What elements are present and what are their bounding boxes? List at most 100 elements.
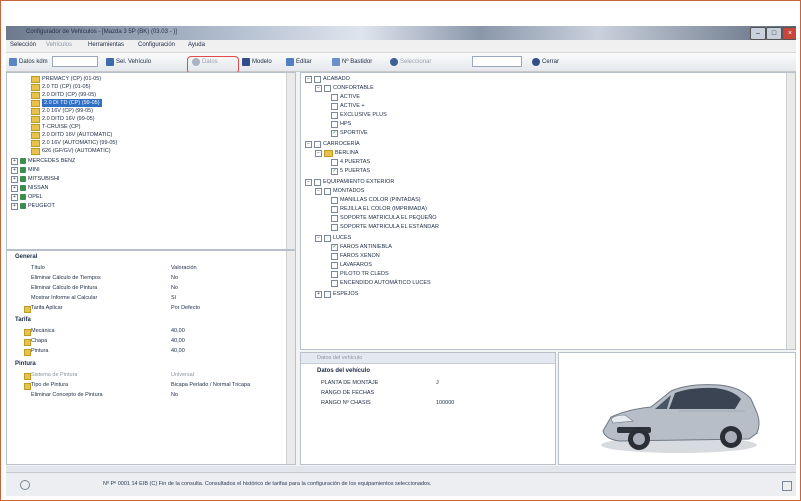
tree-node-option[interactable]: MANILLAS COLOR (PINTADAS) (331, 196, 421, 204)
menu-configuracion[interactable]: Configuración (138, 42, 175, 48)
tree-item-model-selected[interactable]: 2.0 DI TD (CP) (99-05) (31, 99, 102, 107)
checkbox[interactable] (331, 111, 338, 119)
collapse-icon[interactable]: − (305, 178, 312, 186)
checkbox[interactable] (314, 178, 321, 186)
model-button[interactable]: Modelo (242, 56, 272, 68)
property-value[interactable]: 40,00 (171, 328, 185, 334)
expand-icon[interactable]: + (11, 157, 18, 165)
maximize-icon[interactable]: □ (766, 27, 782, 40)
checkbox[interactable] (331, 279, 338, 287)
checkbox-checked[interactable]: ✓ (331, 243, 338, 251)
model-tree-scrollbar[interactable] (286, 73, 295, 249)
tree-item-model[interactable]: 2.0 DITD 16V (AUTOMATIC) (31, 131, 112, 139)
checkbox[interactable] (331, 196, 338, 204)
property-grid[interactable]: General Título Valoración Eliminar Cálcu… (6, 250, 296, 465)
tree-node-option[interactable]: HPS (331, 120, 351, 128)
checkbox[interactable] (314, 75, 321, 83)
tree-node-root[interactable]: − CARROCERÍA (305, 140, 360, 148)
edit-button[interactable]: Editar (286, 56, 312, 68)
checkbox[interactable] (331, 270, 338, 278)
vin-button[interactable]: Nº Bastidor (332, 56, 372, 68)
tree-node-option[interactable]: SOPORTE MATRICULA EL PEQUEÑO (331, 214, 436, 222)
property-value[interactable]: Universal (171, 372, 194, 378)
tree-item-model[interactable]: 2.0 DITD 16V (99-05) (31, 115, 95, 123)
search-button[interactable]: Datos kdm (9, 56, 48, 68)
checkbox[interactable] (331, 102, 338, 110)
new-vehicle-button[interactable]: Sel. Vehículo (106, 56, 151, 68)
equipment-tree-scrollbar[interactable] (786, 73, 795, 349)
expand-icon[interactable]: + (11, 184, 18, 192)
tree-node-root[interactable]: − EQUIPAMIENTO EXTERIOR (305, 178, 394, 186)
tree-item-brand[interactable]: + MITSUBISHI (11, 175, 59, 183)
checkbox[interactable] (331, 214, 338, 222)
tree-node-option[interactable]: ACTIVE (331, 93, 360, 101)
collapse-icon[interactable]: − (305, 140, 312, 148)
checkbox[interactable] (314, 140, 321, 148)
tree-node-group[interactable]: − MONTADOS (315, 187, 364, 195)
checkbox[interactable] (324, 290, 331, 298)
tree-node-option[interactable]: ✓ SPORTIVE (331, 129, 368, 137)
tree-node-option[interactable]: PILOTO TR CLEDS (331, 270, 389, 278)
minimize-icon[interactable]: – (750, 27, 766, 40)
tree-node-group[interactable]: − CONFORTABLE (315, 84, 374, 92)
property-value[interactable]: 40,00 (171, 338, 185, 344)
property-value[interactable]: 40,00 (171, 348, 185, 354)
expand-icon[interactable]: + (315, 290, 322, 298)
vehicle-data-tab[interactable]: Datos del vehículo (301, 353, 555, 364)
menu-vehiculos[interactable]: Vehículos (46, 42, 72, 48)
tree-node-root[interactable]: − ACABADO (305, 75, 350, 83)
property-value[interactable]: No (171, 392, 178, 398)
tree-item-model[interactable]: 2.0 DITD (CP) (99-05) (31, 91, 96, 99)
tree-node-option[interactable]: ✓ 5 PUERTAS (331, 167, 370, 175)
equipment-tree-pane[interactable]: − ACABADO − CONFORTABLE ACTIVE ACTIVE + EX… (300, 72, 796, 350)
checkbox[interactable] (331, 252, 338, 260)
property-value[interactable]: No (171, 275, 178, 281)
tree-item-model[interactable]: 626 (GF/GV) (AUTOMATIC) (31, 147, 111, 155)
property-value[interactable]: No (171, 285, 178, 291)
tree-item-brand[interactable]: + PEUGEOT (11, 202, 55, 210)
property-value[interactable]: Sí (171, 295, 176, 301)
close-icon[interactable]: × (782, 27, 796, 40)
tree-node-option[interactable]: REJILLA EL COLOR (IMPRIMADA) (331, 205, 427, 213)
tree-node-option[interactable]: LAVAFAROS (331, 261, 372, 269)
tree-node-group[interactable]: − LUCES (315, 234, 351, 242)
search-input[interactable] (52, 56, 98, 67)
menu-ayuda[interactable]: Ayuda (188, 42, 205, 48)
checkbox-checked[interactable]: ✓ (331, 129, 338, 137)
checkbox-checked[interactable]: ✓ (331, 167, 338, 175)
property-value[interactable]: Por Defecto (171, 305, 200, 311)
checkbox[interactable] (331, 158, 338, 166)
model-tree-pane[interactable]: PREMACY (CP) (01-05) 2.0 TD (CP) (01-05)… (6, 72, 296, 250)
tree-item-model[interactable]: 2.0 TD (CP) (01-05) (31, 83, 91, 91)
collapse-icon[interactable]: − (315, 149, 322, 157)
tree-node-group[interactable]: + ESPEJOS (315, 290, 358, 298)
tree-node-option[interactable]: SOPORTE MATRICULA EL ESTÁNDAR (331, 223, 439, 231)
tree-node-option[interactable]: ENCENDIDO AUTOMÁTICO LUCES (331, 279, 431, 287)
checkbox[interactable] (331, 120, 338, 128)
property-value[interactable]: Bicapa Perlado / Normal Tricapa (171, 382, 250, 388)
tree-item-model[interactable]: PREMACY (CP) (01-05) (31, 75, 101, 83)
tree-node-option[interactable]: EXCLUSIVE PLUS (331, 111, 387, 119)
tree-item-model[interactable]: 2.0 16V (CP) (99-05) (31, 107, 93, 115)
expand-icon[interactable]: + (11, 175, 18, 183)
checkbox[interactable] (331, 261, 338, 269)
expand-icon[interactable]: + (11, 202, 18, 210)
filter-input[interactable] (472, 56, 522, 67)
tree-item-brand[interactable]: + NISSAN (11, 184, 48, 192)
menu-herramientas[interactable]: Herramientas (88, 42, 124, 48)
close-button[interactable]: Cerrar (532, 56, 559, 68)
collapse-icon[interactable]: − (315, 187, 322, 195)
tree-item-brand[interactable]: + MERCEDES BENZ (11, 157, 75, 165)
property-value[interactable]: Valoración (171, 265, 197, 271)
tree-item-brand[interactable]: + MINI (11, 166, 40, 174)
tree-node-option[interactable]: FAROS XENON (331, 252, 380, 260)
property-grid-scrollbar[interactable] (286, 251, 295, 464)
menu-seleccion[interactable]: Selección (10, 42, 36, 48)
tree-item-model[interactable]: T-CRUISE (CP) (31, 123, 81, 131)
data-button[interactable]: Datos (192, 56, 218, 68)
checkbox[interactable] (324, 234, 331, 242)
select-button[interactable]: Seleccionar (390, 56, 431, 68)
tree-node-option[interactable]: ACTIVE + (331, 102, 365, 110)
title-bar[interactable]: Configurador de Vehículos - [Mazda 3 5P … (6, 26, 796, 40)
checkbox[interactable] (331, 205, 338, 213)
